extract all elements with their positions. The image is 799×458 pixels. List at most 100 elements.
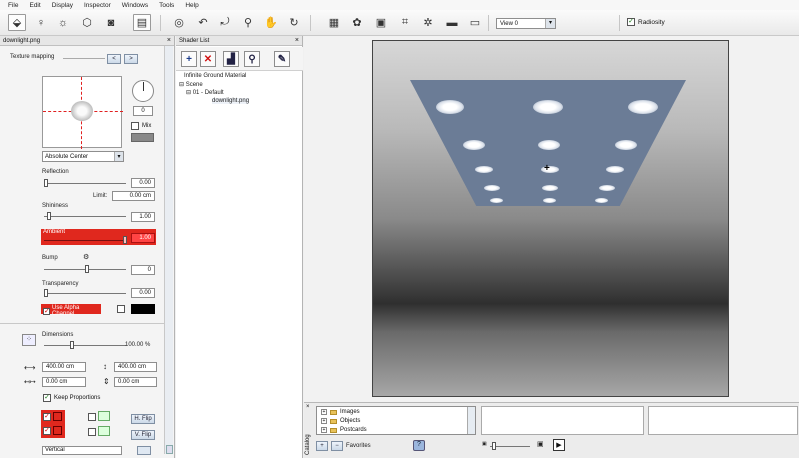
chevron-down-icon[interactable]: ▾ [114,152,123,161]
offset-x-input[interactable]: 0.00 cm [42,377,86,387]
menu-inspector[interactable]: Inspector [84,2,111,9]
texture-preview[interactable] [42,76,123,149]
light-bulb-icon[interactable]: ♀ [32,14,50,31]
palette-icon[interactable]: ✿ [348,14,366,31]
landscape-icon[interactable]: ▬ [443,14,461,31]
image-render-icon[interactable]: ▣ [372,14,390,31]
slider-thumb[interactable] [47,212,51,220]
render-viewport[interactable]: + [304,36,799,402]
transparency-input[interactable]: 0.00 [131,288,155,298]
crop-icon[interactable]: ⌗ [396,14,414,31]
ambient-slider[interactable] [44,236,127,244]
redo-icon[interactable]: ⤾ [216,14,234,31]
chart-icon[interactable]: ▟ [223,51,239,67]
delete-shader-icon[interactable]: ✕ [200,51,216,67]
offset-y-input[interactable]: 0.00 cm [114,377,157,387]
v-flip-button[interactable]: V. Flip [131,430,155,440]
bump-slider[interactable] [44,265,126,273]
tile-x-checkbox[interactable]: ✓ [43,413,51,421]
slider-thumb[interactable] [85,265,89,273]
alpha-invert-checkbox[interactable] [117,305,125,313]
alpha-channel-toggle[interactable]: ✓ Use Alpha Channel [43,305,101,317]
catalog-item[interactable]: + Images [321,409,360,415]
expand-icon[interactable]: + [321,409,327,415]
hand-icon[interactable]: ✋ [262,14,280,31]
h-flip-button[interactable]: H. Flip [131,414,155,424]
tile-y-checkbox[interactable]: ✓ [43,427,51,435]
add-shader-icon[interactable]: + [181,51,197,67]
orientation-select[interactable]: Vertical [42,446,122,455]
keep-proportions-toggle[interactable]: ✓ Keep Proportions [43,394,100,402]
camera-icon[interactable]: ◙ [102,14,120,31]
menu-file[interactable]: File [8,2,18,9]
calendar-icon[interactable]: ▦ [325,14,343,31]
shininess-input[interactable]: 1.00 [131,212,155,222]
document-icon[interactable]: ▤ [133,14,151,31]
mix-color-swatch[interactable] [131,133,154,142]
ambient-input[interactable]: 1.00 [131,233,155,243]
shininess-slider[interactable] [44,212,126,220]
play-icon[interactable]: ▶ [553,439,565,451]
mix-checkbox[interactable]: Mix [131,122,151,130]
next-button[interactable]: > [124,54,138,64]
close-icon[interactable]: × [295,36,299,46]
expand-icon[interactable]: + [321,418,327,424]
keep-proportions-checkbox[interactable]: ✓ [43,394,51,402]
catalog-preview-2[interactable] [648,406,798,435]
undo-icon[interactable]: ↶ [194,14,212,31]
slider-thumb[interactable] [492,442,496,450]
slider-thumb[interactable] [70,341,74,349]
screen-icon[interactable]: ▭ [466,14,484,31]
close-icon[interactable]: × [306,404,310,410]
angle-input[interactable]: 0 [133,106,153,116]
prev-button[interactable]: < [107,54,121,64]
height-input[interactable]: 400.00 cm [114,362,157,372]
radiosity-checkbox[interactable]: ✓ [627,18,635,26]
menu-windows[interactable]: Windows [122,2,148,9]
chevron-down-icon[interactable]: ▾ [545,19,555,28]
menu-edit[interactable]: Edit [29,2,40,9]
slider-thumb[interactable] [44,289,48,297]
inspector-scrollbar[interactable] [164,46,173,454]
mirror-y-checkbox[interactable] [88,428,96,436]
close-icon[interactable]: × [167,36,171,46]
globe-icon[interactable]: ◎ [170,14,188,31]
rotation-dial[interactable] [132,80,154,102]
dimensions-icon[interactable]: ⁘ [22,334,36,346]
slider-thumb[interactable] [44,179,48,187]
apply-button[interactable] [137,446,151,455]
slider-thumb[interactable] [123,236,127,244]
menu-help[interactable]: Help [185,2,198,9]
remove-favorite-button[interactable]: − [331,441,343,451]
mix-check[interactable] [131,122,139,130]
tree-item[interactable]: ⊟ Scene [179,81,203,88]
search-icon[interactable]: ⚲ [244,51,260,67]
reflection-slider[interactable] [44,179,126,187]
width-input[interactable]: 400.00 cm [42,362,86,372]
catalog-scrollbar[interactable] [467,407,475,434]
catalog-preview[interactable] [481,406,644,435]
thumbnail-size-slider[interactable] [490,442,530,450]
refresh-icon[interactable]: ↻ [285,14,303,31]
tree-item-selected[interactable]: downlight.png [212,98,250,104]
dimensions-slider[interactable] [44,341,126,349]
gear-icon[interactable]: ⚙ [83,253,89,261]
expand-icon[interactable]: + [321,427,327,433]
pick-icon[interactable]: ✎ [274,51,290,67]
tree-item[interactable]: Infinite Ground Material [184,73,246,79]
reflection-input[interactable]: 0.00 [131,178,155,188]
sun-icon[interactable]: ☼ [54,14,72,31]
alpha-checkbox[interactable]: ✓ [43,307,50,315]
tree-item[interactable]: ⊟ 01 - Default [186,89,224,96]
limit-input[interactable]: 0.00 cm [112,191,155,201]
menu-tools[interactable]: Tools [159,2,174,9]
transparency-slider[interactable] [44,289,126,297]
radiosity-toggle[interactable]: ✓ Radiosity [627,18,665,26]
mirror-x-checkbox[interactable] [88,413,96,421]
zoom-icon[interactable]: ⚲ [239,14,257,31]
bump-input[interactable]: 0 [131,265,155,275]
menu-display[interactable]: Display [52,2,73,9]
paint-bucket-icon[interactable]: ⬙ [8,14,26,31]
alpha-color-swatch[interactable] [131,304,155,314]
catalog-item[interactable]: + Objects [321,418,360,424]
